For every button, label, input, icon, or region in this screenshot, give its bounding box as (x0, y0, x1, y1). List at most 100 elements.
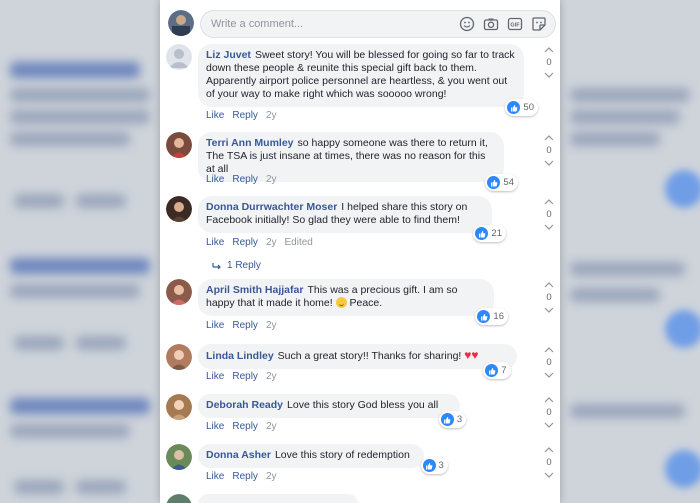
comment-item: Donna Asher Love this story of redemption… (166, 444, 556, 484)
chevron-down-icon[interactable] (542, 223, 556, 231)
comment-actions: Like Reply 2y Edited (206, 237, 313, 248)
commenter-avatar[interactable] (166, 394, 192, 420)
vote-count: 0 (546, 57, 552, 68)
reply-link[interactable]: Reply (232, 471, 258, 482)
commenter-avatar[interactable] (166, 494, 192, 503)
heart-emoji-icon: ♥ (471, 348, 479, 362)
reaction-count[interactable]: 3 (438, 411, 467, 428)
comment-actions: Like Reply 2y (206, 471, 277, 482)
commenter-avatar[interactable] (166, 196, 192, 222)
chevron-down-icon[interactable] (542, 71, 556, 79)
comment-timestamp[interactable]: 2y (266, 174, 277, 185)
like-link[interactable]: Like (206, 237, 224, 248)
comment-author[interactable]: Liz Juvet (206, 49, 251, 61)
thumbs-up-icon (440, 413, 454, 426)
comment-actions: Like Reply 2y (206, 110, 277, 121)
comment-author[interactable]: Deborah Ready (206, 399, 283, 411)
comment-timestamp[interactable]: 2y (266, 237, 277, 248)
comment-timestamp[interactable]: 2y (266, 320, 277, 331)
comment-item: Donna Durrwachter Moser I helped share th… (166, 196, 556, 276)
vote-count: 0 (546, 457, 552, 468)
comment-bubble: Donna Durrwachter Moser I helped share th… (198, 196, 506, 242)
emoji-icon[interactable] (459, 16, 475, 32)
chevron-up-icon[interactable] (542, 346, 556, 354)
reaction-count[interactable]: 21 (473, 225, 506, 242)
reply-link[interactable]: Reply (232, 320, 258, 331)
like-link[interactable]: Like (206, 320, 224, 331)
comment-text: Sweet story! You will be blessed for goi… (206, 49, 515, 100)
reply-link[interactable]: Reply (232, 110, 258, 121)
gif-icon[interactable]: GIF (507, 16, 523, 32)
sticker-icon[interactable] (531, 16, 547, 32)
chevron-down-icon[interactable] (542, 306, 556, 314)
reaction-count[interactable]: 7 (483, 362, 511, 379)
vote-control: 0 (542, 46, 556, 79)
comment-composer: GIF (168, 10, 556, 38)
comment-timestamp[interactable]: 2y (266, 371, 277, 382)
chevron-up-icon[interactable] (542, 46, 556, 54)
comments-panel: GIF Liz JuvetSweet story! You will be bl… (160, 0, 560, 503)
edited-label[interactable]: Edited (285, 237, 313, 248)
comment-bubble: April Smith Hajjafar This was a precious … (198, 279, 508, 325)
thumbs-up-icon (487, 176, 501, 189)
like-link[interactable]: Like (206, 110, 224, 121)
chevron-up-icon[interactable] (542, 134, 556, 142)
reaction-count[interactable]: 16 (475, 308, 508, 325)
chevron-down-icon[interactable] (542, 371, 556, 379)
chevron-up-icon[interactable] (542, 198, 556, 206)
thumbs-up-icon (475, 227, 489, 240)
like-link[interactable]: Like (206, 471, 224, 482)
like-link[interactable]: Like (206, 421, 224, 432)
like-link[interactable]: Like (206, 174, 224, 185)
comment-author[interactable]: Donna Durrwachter Moser (206, 201, 337, 213)
like-link[interactable]: Like (206, 371, 224, 382)
comment-actions: Like Reply 2y (206, 421, 277, 432)
comment-author[interactable]: Linda Lindley (206, 350, 274, 362)
comment-bubble (198, 494, 358, 503)
chevron-down-icon[interactable] (542, 421, 556, 429)
comment-timestamp[interactable]: 2y (266, 471, 277, 482)
vote-control: 0 (542, 198, 556, 231)
comment-item: Linda Lindley Such a great story!! Thanks… (166, 344, 556, 384)
composer-icons: GIF (459, 16, 547, 32)
reply-link[interactable]: Reply (232, 174, 258, 185)
commenter-avatar[interactable] (166, 44, 192, 70)
comment-author[interactable]: Donna Asher (206, 449, 271, 461)
view-replies-link[interactable]: 1 Reply (212, 260, 261, 271)
comment-author[interactable]: April Smith Hajjafar (206, 284, 303, 296)
reply-link[interactable]: Reply (232, 237, 258, 248)
comment-input[interactable] (211, 16, 451, 32)
comment-author[interactable]: Terri Ann Mumley (206, 137, 294, 149)
comment-bubble: Linda Lindley Such a great story!! Thanks… (198, 344, 517, 379)
vote-control: 0 (542, 346, 556, 379)
commenter-avatar[interactable] (166, 132, 192, 158)
reaction-count-value: 16 (493, 311, 504, 322)
comment-timestamp[interactable]: 2y (266, 110, 277, 121)
vote-control: 0 (542, 446, 556, 479)
chevron-up-icon[interactable] (542, 281, 556, 289)
reaction-count-value: 3 (456, 414, 463, 425)
reaction-count[interactable]: 3 (420, 457, 448, 474)
thumbs-up-icon (477, 310, 491, 323)
commenter-avatar[interactable] (166, 444, 192, 470)
reply-link[interactable]: Reply (232, 371, 258, 382)
comment-bubble: Donna Asher Love this story of redemption… (198, 444, 448, 474)
reaction-count[interactable]: 54 (485, 174, 518, 191)
current-user-avatar[interactable] (168, 10, 194, 36)
camera-icon[interactable] (483, 16, 499, 32)
reaction-count-value: 50 (523, 102, 534, 113)
commenter-avatar[interactable] (166, 279, 192, 305)
reaction-count[interactable]: 50 (505, 99, 538, 116)
vote-count: 0 (546, 145, 552, 156)
chevron-up-icon[interactable] (542, 446, 556, 454)
chevron-up-icon[interactable] (542, 396, 556, 404)
chevron-down-icon[interactable] (542, 471, 556, 479)
smile-emoji-icon (335, 297, 347, 308)
chevron-down-icon[interactable] (542, 159, 556, 167)
replies-count: 1 Reply (227, 260, 261, 271)
commenter-avatar[interactable] (166, 344, 192, 370)
comment-timestamp[interactable]: 2y (266, 421, 277, 432)
comment-text: Love this story of redemption (274, 449, 410, 461)
reply-link[interactable]: Reply (232, 421, 258, 432)
reaction-count-value: 54 (503, 177, 514, 188)
